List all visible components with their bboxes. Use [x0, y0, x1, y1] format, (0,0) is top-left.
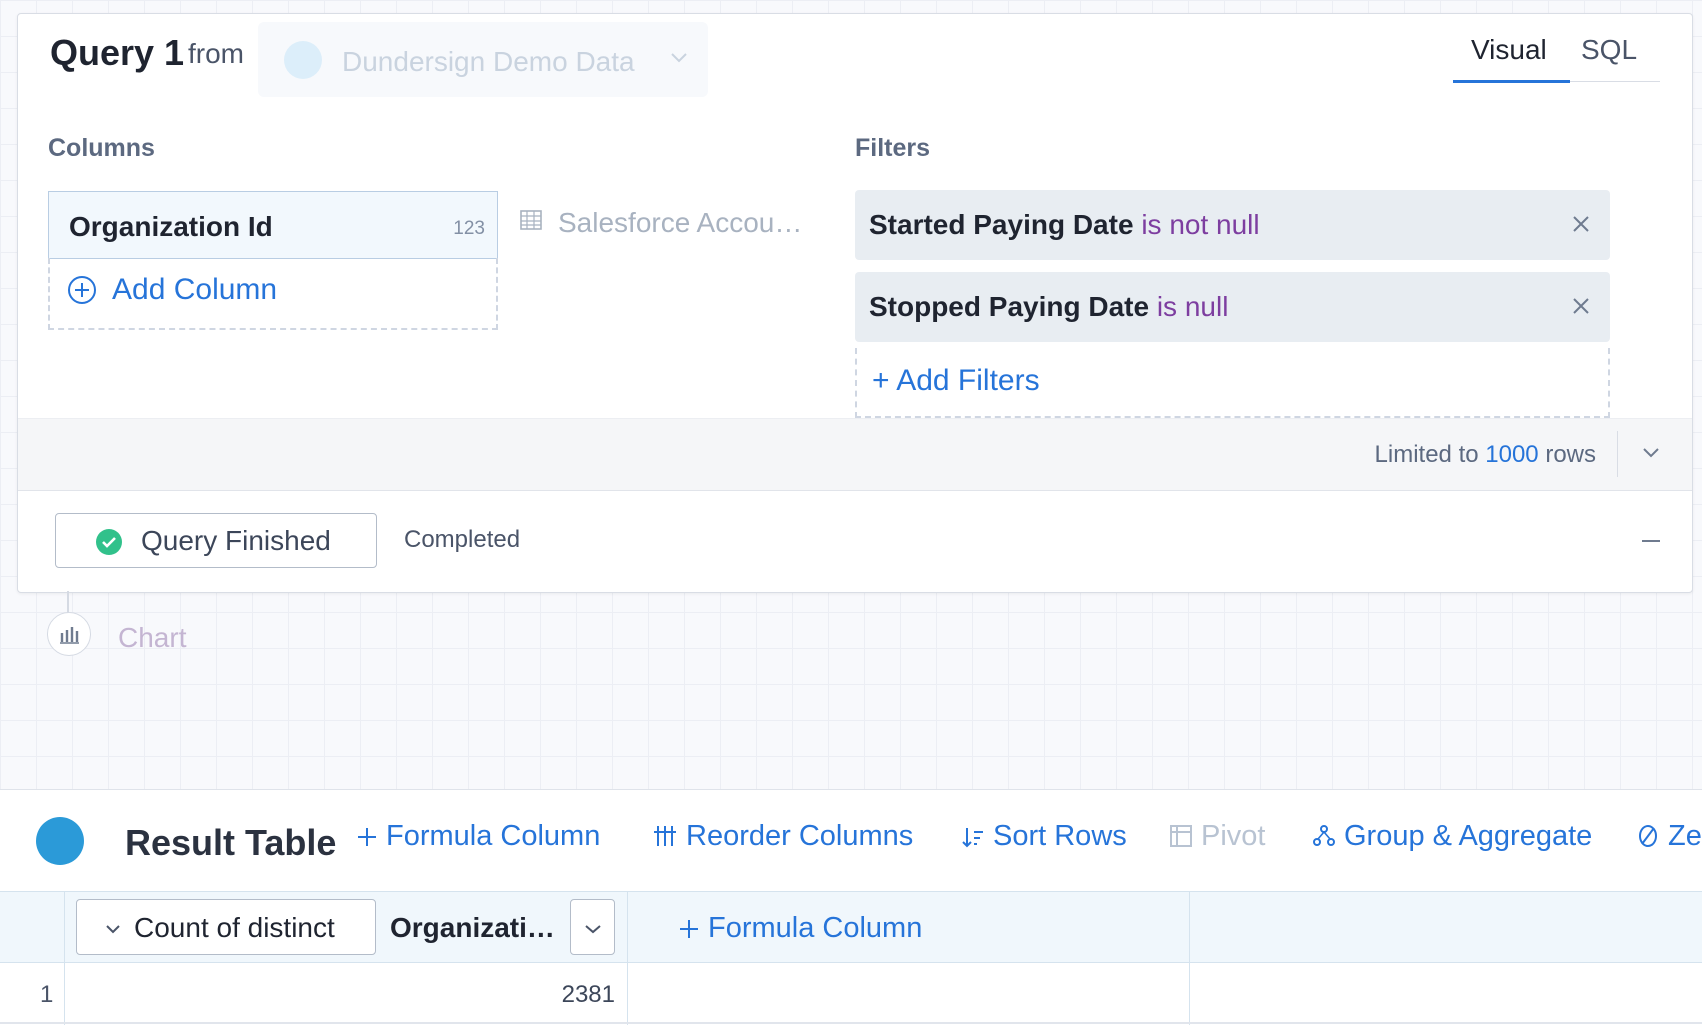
columns-heading: Columns	[48, 134, 155, 162]
add-filters-label: + Add Filters	[872, 364, 1040, 397]
tab-sql[interactable]: SQL	[1581, 34, 1637, 66]
column-pill-organization-id[interactable]: Organization Id 123	[48, 191, 498, 259]
reorder-icon	[654, 826, 676, 846]
active-tab-indicator	[1453, 80, 1570, 83]
aggregation-select[interactable]: Count of distinct	[76, 899, 376, 955]
filters-heading: Filters	[855, 134, 931, 162]
filter-operator: is null	[1156, 291, 1229, 322]
table-icon	[520, 210, 542, 230]
chevron-down-icon	[585, 925, 601, 934]
filter-started-paying-date[interactable]: Started Paying Date is not null	[855, 190, 1610, 260]
chart-step-node[interactable]	[47, 612, 91, 656]
check-circle-icon	[96, 529, 122, 555]
pivot-icon	[1170, 825, 1192, 847]
query-status-button[interactable]: Query Finished	[55, 513, 377, 568]
timeline-connector	[67, 591, 69, 613]
add-formula-column-button[interactable]: Formula Column	[678, 912, 922, 945]
zero-fill-button[interactable]: Ze	[1636, 820, 1702, 853]
group-aggregate-button[interactable]: Group & Aggregate	[1312, 820, 1592, 853]
postgres-icon	[36, 817, 84, 865]
sort-rows-button[interactable]: Sort Rows	[961, 820, 1127, 853]
from-label: from	[188, 38, 244, 69]
status-button-label: Query Finished	[141, 525, 331, 556]
plus-icon	[358, 828, 376, 846]
reorder-columns-button[interactable]: Reorder Columns	[652, 820, 913, 853]
plus-circle-icon	[68, 276, 96, 304]
close-icon[interactable]	[1572, 215, 1590, 233]
add-column-label: Add Column	[112, 273, 278, 306]
collapse-icon[interactable]	[1642, 540, 1660, 542]
row-limit-bar: Limited to 1000 rows	[18, 418, 1692, 491]
sort-icon	[962, 828, 983, 848]
postgres-icon	[284, 41, 322, 79]
bar-chart-icon	[60, 627, 79, 644]
row-limit-value[interactable]: 1000	[1485, 441, 1538, 468]
row-limit-text[interactable]: Limited to 1000 rows	[1375, 441, 1596, 469]
status-text: Completed	[404, 526, 521, 553]
result-panel: Result Table Formula Column Reorder Colu…	[0, 789, 1702, 1025]
add-filters-button[interactable]: + Add Filters	[855, 348, 1610, 418]
divider	[1617, 431, 1618, 477]
plus-icon	[680, 920, 698, 938]
tab-visual[interactable]: Visual	[1471, 34, 1547, 66]
zero-icon	[1639, 825, 1657, 847]
chevron-down-icon[interactable]	[1642, 447, 1660, 458]
column-type-badge: 123	[453, 218, 485, 239]
formula-column-button[interactable]: Formula Column	[356, 820, 600, 853]
data-source-select[interactable]: Dundersign Demo Data	[258, 22, 708, 97]
add-column-button[interactable]: Add Column	[48, 258, 498, 330]
divider	[64, 891, 65, 1025]
column-menu-button[interactable]	[570, 899, 615, 955]
row-number: 1	[40, 981, 54, 1008]
query-title: Query 1	[50, 32, 185, 73]
table-cell[interactable]: 2381	[562, 981, 615, 1009]
filter-field: Stopped Paying Date	[869, 291, 1150, 322]
filter-field: Started Paying Date	[869, 209, 1134, 240]
pivot-button[interactable]: Pivot	[1169, 820, 1265, 853]
chevron-down-icon	[106, 925, 120, 934]
data-source-label: Dundersign Demo Data	[342, 46, 635, 77]
divider	[1189, 891, 1190, 1025]
chart-step-label[interactable]: Chart	[118, 622, 186, 654]
chevron-down-icon	[671, 53, 687, 63]
column-header-name[interactable]: Organizati…	[390, 912, 555, 944]
divider	[627, 891, 628, 1025]
close-icon[interactable]	[1572, 297, 1590, 315]
column-name: Organization Id	[69, 211, 273, 242]
group-icon	[1313, 825, 1335, 846]
result-table-title: Result Table	[125, 822, 337, 863]
table-reference[interactable]: Salesforce Accou…	[558, 207, 802, 239]
filter-stopped-paying-date[interactable]: Stopped Paying Date is null	[855, 272, 1610, 342]
query-card: Query 1 from Dundersign Demo Data Visual…	[17, 13, 1693, 593]
aggregation-label: Count of distinct	[134, 912, 335, 943]
filter-operator: is not null	[1141, 209, 1260, 240]
